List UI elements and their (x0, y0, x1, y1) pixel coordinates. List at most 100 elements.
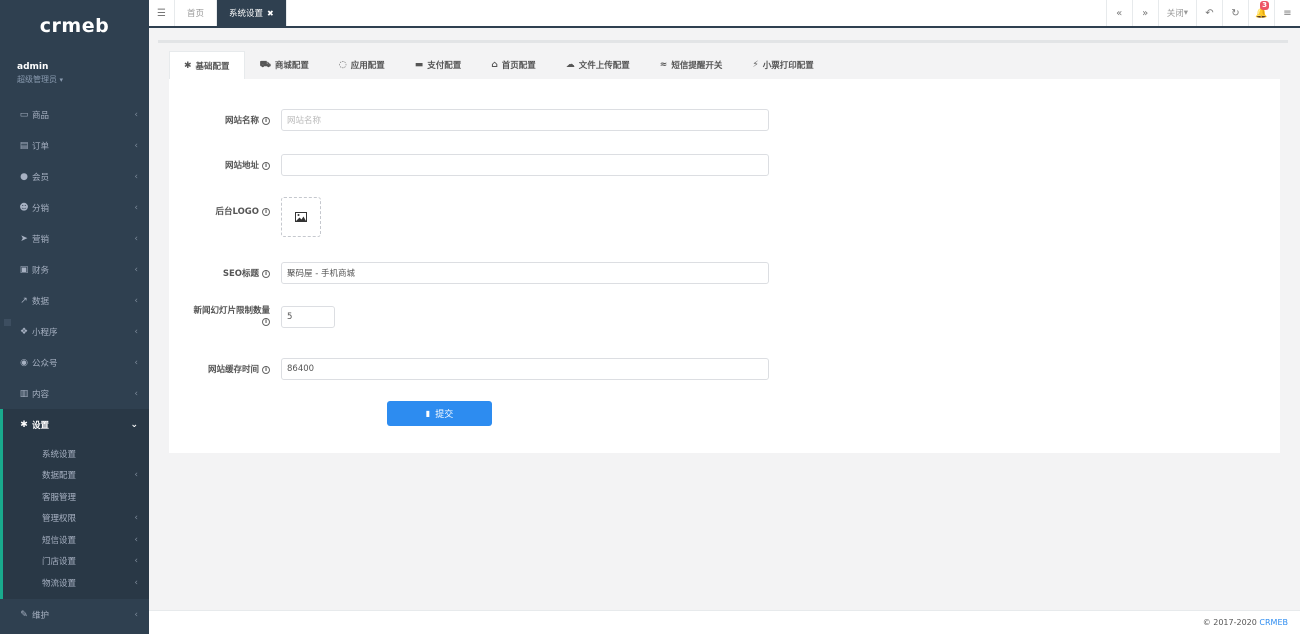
submenu-item[interactable]: 管理权限 ‹ (3, 508, 149, 530)
config-tab-label: 首页配置 (501, 61, 536, 71)
users-icon: ☻ (19, 202, 29, 213)
notification-badge: 3 (1260, 1, 1269, 10)
sidebar-item-settings[interactable]: ✱ 设置 ⌄ (0, 409, 149, 440)
config-tab[interactable]: ▬ 支付配置 (400, 51, 477, 79)
config-tab[interactable]: ☁ 文件上传配置 (551, 51, 645, 79)
config-tab-label: 支付配置 (427, 61, 462, 71)
laptop-icon: ▭ (19, 109, 29, 120)
news-slide-limit-label: 新闻幻灯片限制数量 (193, 306, 270, 316)
refresh-icon[interactable]: ↻ (1222, 0, 1248, 26)
submit-button[interactable]: ▮ 提交 (387, 401, 492, 426)
form-row-site-name: 网站名称 i (169, 109, 273, 131)
submenu-item[interactable]: 物流设置 ‹ (3, 572, 149, 594)
chevron-down-icon: ⌄ (130, 419, 138, 430)
user-profile[interactable]: admin 超级管理员 ▾ (0, 52, 149, 99)
chart-icon: ↗ (20, 295, 28, 306)
chevron-left-icon: ‹ (134, 202, 138, 213)
tab-system-settings[interactable]: 系统设置 ✖ (217, 0, 287, 26)
sidebar-item[interactable]: ❖ 小程序 ‹ (0, 316, 149, 347)
logo-upload[interactable] (281, 197, 321, 237)
info-icon[interactable]: i (262, 365, 270, 374)
rss-icon: ≈ (659, 60, 668, 70)
sidebar-nav: ▭ 商品 ‹ ▤ 订单 ‹ ● 会员 ‹ ☻ 分销 ‹ ➤ 营销 ‹ ▣ 财务 ‹ ↗ 数据 ‹ ❖ 小程序 ‹ ◉ 公众号 ‹ ▥ 内… (0, 99, 149, 599)
close-menu-dropdown[interactable]: 关闭 ▾ (1157, 0, 1196, 26)
user-role-dropdown[interactable]: 超级管理员 ▾ (17, 74, 149, 85)
credit-card-icon: ▬ (414, 60, 424, 70)
bell-icon[interactable]: 🔔 3 (1248, 0, 1274, 26)
sidebar-item-label: 设置 (32, 420, 50, 431)
username: admin (17, 62, 49, 72)
save-icon: ▮ (425, 409, 431, 418)
scroll-right-icon[interactable]: » (1131, 0, 1158, 26)
scroll-left-icon[interactable]: « (1105, 0, 1132, 26)
sidebar-item-label: 公众号 (32, 358, 58, 369)
close-menu-label: 关闭 (1166, 9, 1184, 19)
copyright-text: © 2017-2020 (1202, 618, 1257, 627)
sidebar-item[interactable]: ▭ 商品 ‹ (0, 99, 149, 130)
submenu-item[interactable]: 短信设置 ‹ (3, 529, 149, 551)
config-tab[interactable]: ⌂ 首页配置 (476, 51, 550, 79)
sidebar-item[interactable]: ➤ 营销 ‹ (0, 223, 149, 254)
chevron-left-icon: ‹ (134, 556, 138, 567)
sidebar-item[interactable]: ◉ 公众号 ‹ (0, 347, 149, 378)
sidebar-item[interactable]: ▥ 内容 ‹ (0, 378, 149, 409)
submenu-item[interactable]: 客服管理 (3, 486, 149, 508)
sidebar-item-maintenance[interactable]: ✎ 维护 ‹ (0, 599, 149, 630)
menu-icon[interactable]: ≡ (1274, 0, 1300, 26)
sidebar-item-label: 订单 (32, 141, 50, 152)
close-tab-icon[interactable]: ✖ (267, 9, 274, 18)
footer-brand-link[interactable]: CRMEB (1259, 618, 1288, 627)
chevron-left-icon: ‹ (134, 534, 138, 545)
info-icon[interactable]: i (262, 317, 270, 326)
info-icon[interactable]: i (262, 116, 270, 125)
config-tab-label: 文件上传配置 (578, 61, 630, 71)
chevron-left-icon: ‹ (134, 357, 138, 368)
sidebar-item-label: 维护 (32, 610, 50, 621)
tab-label: 首页 (187, 9, 205, 19)
chevron-left-icon: ‹ (134, 109, 138, 120)
config-tab[interactable]: ⚡ 小票打印配置 (737, 51, 828, 79)
info-icon[interactable]: i (262, 207, 270, 216)
submenu-item-label: 数据配置 (42, 471, 77, 482)
site-url-input[interactable] (281, 154, 769, 176)
submenu-item[interactable]: 数据配置 ‹ (3, 465, 149, 487)
chevron-left-icon: ‹ (134, 140, 138, 151)
sidebar-item[interactable]: ▤ 订单 ‹ (0, 130, 149, 161)
chevron-left-icon: ‹ (134, 295, 138, 306)
submenu-item[interactable]: 系统设置 (3, 443, 149, 465)
back-icon[interactable]: ↶ (1196, 0, 1222, 26)
copyright: © 2017-2020 CRMEB (1203, 618, 1288, 627)
form-row-site-url: 网站地址 i (169, 154, 273, 176)
config-tab[interactable]: ≈ 短信提醒开关 (645, 51, 738, 79)
top-bar: ☰ 首页 系统设置 ✖ « » 关闭 ▾ ↶ ↻ 🔔 3 ≡ (149, 0, 1300, 28)
tab-home[interactable]: 首页 (175, 0, 218, 26)
book-icon: ▥ (19, 388, 29, 399)
config-panel: ✱ 基础配置 ⛟ 商城配置 ◌ 应用配置 ▬ 支付配置 ⌂ 首页配置 ☁ 文件上传配置 ≈ 短信提醒开关 ⚡… (169, 51, 1280, 453)
news-slide-limit-input[interactable]: 5 (281, 306, 335, 328)
site-name-input[interactable]: 网站名称 (281, 109, 769, 131)
sidebar-item[interactable]: ● 会员 ‹ (0, 161, 149, 192)
submenu-item-label: 系统设置 (42, 449, 77, 460)
seo-title-input[interactable]: 聚码屋 - 手机商城 (281, 262, 769, 284)
config-tab[interactable]: ✱ 基础配置 (169, 51, 245, 79)
menu-toggle-icon[interactable]: ☰ (149, 0, 175, 26)
cache-time-label: 网站缓存时间 (207, 365, 259, 375)
config-tab[interactable]: ⛟ 商城配置 (245, 51, 324, 79)
info-icon[interactable]: i (262, 161, 270, 170)
submenu-item-label: 短信设置 (42, 535, 77, 546)
submenu-item[interactable]: 门店设置 ‹ (3, 551, 149, 573)
chevron-left-icon: ‹ (134, 609, 138, 620)
cloud-upload-icon: ☁ (565, 60, 575, 70)
content-divider (158, 40, 1288, 43)
caret-down-icon: ▾ (1183, 8, 1188, 18)
home-icon: ⌂ (491, 60, 498, 70)
sidebar-item[interactable]: ☻ 分销 ‹ (0, 192, 149, 223)
sidebar-item[interactable]: ↗ 数据 ‹ (0, 285, 149, 316)
sidebar-item-label: 商品 (32, 110, 50, 121)
config-tab[interactable]: ◌ 应用配置 (324, 51, 400, 79)
site-url-label: 网站地址 (224, 161, 259, 171)
sidebar-item[interactable]: ▣ 财务 ‹ (0, 254, 149, 285)
cart-icon: ⛟ (259, 59, 271, 70)
cache-time-input[interactable]: 86400 (281, 358, 769, 380)
info-icon[interactable]: i (262, 269, 270, 278)
